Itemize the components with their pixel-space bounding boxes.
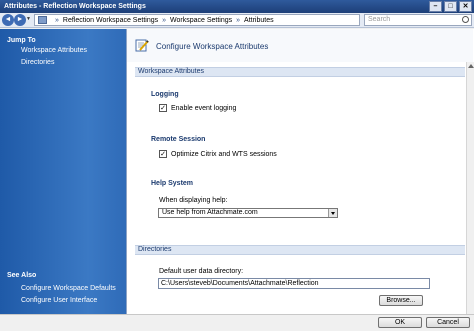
help-source-select[interactable]: Use help from Attachmate.com [158,208,338,218]
navigation-bar: ◄ ► ▼ » Reflection Workspace Settings » … [0,13,474,28]
help-display-label: When displaying help: [159,197,228,204]
settings-window: Attributes - Reflection Workspace Settin… [0,0,474,331]
sidebar-link-configure-workspace-defaults[interactable]: Configure Workspace Defaults [21,285,116,292]
optimize-citrix-label[interactable]: Optimize Citrix and WTS sessions [171,151,277,158]
sidebar-link-directories[interactable]: Directories [21,59,54,66]
jump-to-heading: Jump To [7,37,36,44]
forward-button[interactable]: ► [14,14,26,26]
back-button[interactable]: ◄ [2,14,14,26]
page-title: Configure Workspace Attributes [156,42,269,51]
help-system-heading: Help System [151,180,194,187]
vertical-scrollbar[interactable] [466,62,474,314]
sidebar-link-configure-user-interface[interactable]: Configure User Interface [21,297,97,304]
breadcrumb-item[interactable]: Workspace Settings [170,17,232,24]
cancel-button[interactable]: Cancel [426,317,470,328]
ok-button[interactable]: OK [378,317,422,328]
optimize-citrix-checkbox[interactable]: ✓ [159,150,167,158]
breadcrumb-separator: » [236,16,241,24]
close-button[interactable]: ✕ [459,1,472,12]
window-controls: – □ ✕ [429,1,472,12]
search-input[interactable]: Search [364,14,472,26]
remote-session-heading: Remote Session [151,136,206,143]
see-also-heading: See Also [7,272,37,279]
window-title: Attributes - Reflection Workspace Settin… [4,3,146,10]
maximize-button[interactable]: □ [444,1,457,12]
chevron-down-icon[interactable] [328,209,337,217]
dialog-footer: OK Cancel [0,314,474,331]
main-panel: Configure Workspace Attributes Workspace… [126,29,474,314]
settings-edit-icon [135,39,149,52]
search-icon [462,16,469,23]
title-bar: Attributes - Reflection Workspace Settin… [0,0,474,13]
sidebar-link-workspace-attributes[interactable]: Workspace Attributes [21,47,87,54]
enable-event-logging-checkbox[interactable]: ✓ [159,104,167,112]
history-dropdown-icon[interactable]: ▼ [26,16,31,22]
section-directories: Directories [135,245,465,255]
breadcrumb-item[interactable]: Attributes [244,17,274,24]
browse-button[interactable]: Browse... [379,295,423,306]
enable-event-logging-label[interactable]: Enable event logging [171,105,236,112]
help-source-value: Use help from Attachmate.com [162,209,258,216]
sidebar: Jump To Workspace Attributes Directories… [0,29,126,314]
page-header: Configure Workspace Attributes [127,29,473,62]
logging-heading: Logging [151,91,179,98]
breadcrumb-separator: » [55,16,59,24]
minimize-button[interactable]: – [429,1,442,12]
section-workspace-attributes: Workspace Attributes [135,67,465,77]
user-data-directory-label: Default user data directory: [159,268,244,275]
control-panel-icon [38,16,47,24]
scroll-up-icon[interactable] [468,64,474,68]
breadcrumb-separator: » [162,16,167,24]
breadcrumb-item[interactable]: Reflection Workspace Settings [63,17,158,24]
address-bar[interactable]: » Reflection Workspace Settings » Worksp… [34,14,360,26]
user-data-directory-field[interactable]: C:\Users\steveb\Documents\Attachmate\Ref… [158,278,430,289]
